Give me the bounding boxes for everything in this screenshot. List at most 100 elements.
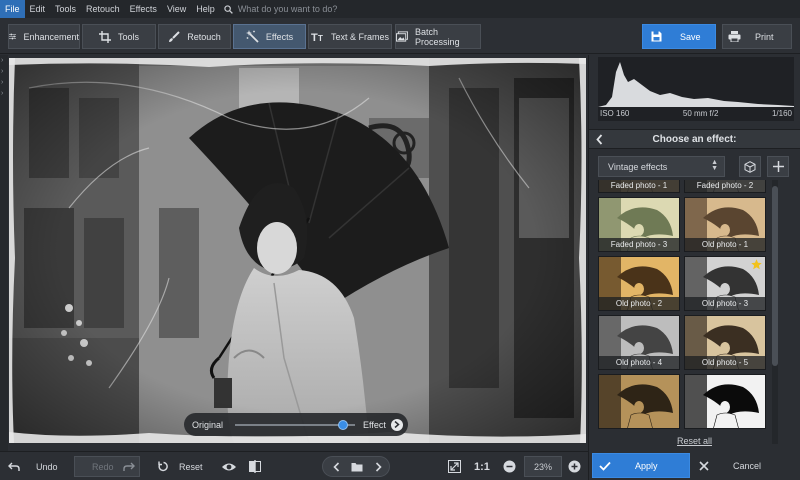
- exif-info: ISO 160 50 mm f/2 1/160: [598, 109, 794, 118]
- reset-button[interactable]: Reset: [158, 456, 203, 477]
- save-icon: [651, 31, 662, 42]
- menu-tools[interactable]: Tools: [50, 0, 81, 18]
- next-arrow-button[interactable]: [390, 418, 403, 431]
- side-panel-collapse[interactable]: › › › ›: [0, 55, 8, 451]
- save-label: Save: [680, 31, 701, 42]
- save-button[interactable]: Save: [642, 24, 716, 49]
- plus-circle-icon: [568, 460, 581, 473]
- expand-arrow-icon: ›: [1, 68, 4, 75]
- effect-thumbnail-label: Old photo - 4: [599, 356, 679, 369]
- text-icon: TT: [311, 32, 323, 42]
- redo-icon: [123, 462, 135, 471]
- expand-arrow-icon: ›: [1, 90, 4, 97]
- effect-thumbnail[interactable]: Faded photo - 3: [598, 197, 680, 252]
- effect-thumbnail[interactable]: [684, 374, 766, 429]
- menu-file[interactable]: File: [0, 0, 25, 18]
- compare-slider-handle[interactable]: [338, 419, 349, 430]
- tab-batch-processing-label: Batch Processing: [415, 26, 460, 47]
- zoom-level-display[interactable]: 23%: [524, 456, 562, 477]
- effect-category-value: Vintage effects: [608, 161, 668, 172]
- fit-screen-icon: [448, 460, 461, 473]
- scrollbar-thumb[interactable]: [772, 186, 778, 366]
- expand-arrow-icon: ›: [1, 57, 4, 64]
- tab-retouch[interactable]: Retouch: [158, 24, 231, 49]
- sliders-icon: [9, 33, 17, 40]
- checkmark-icon: [599, 461, 611, 471]
- zoom-in-button[interactable]: [568, 456, 581, 477]
- effect-preview-image: [685, 375, 765, 428]
- brush-icon: [169, 30, 180, 42]
- effect-preview-image: [599, 375, 679, 428]
- effect-thumbnail-label: Faded photo - 1: [599, 180, 679, 192]
- tab-batch-processing[interactable]: Batch Processing: [395, 24, 481, 49]
- effects-side-panel: ISO 160 50 mm f/2 1/160 Choose an effect…: [588, 55, 800, 480]
- menu-effects[interactable]: Effects: [125, 0, 162, 18]
- menu-view[interactable]: View: [162, 0, 191, 18]
- tab-tools[interactable]: Tools: [82, 24, 156, 49]
- cube-icon: [744, 160, 756, 173]
- iso-value: ISO 160: [600, 109, 630, 118]
- close-icon: [699, 460, 709, 471]
- effect-thumbnail-label: Old photo - 2: [599, 297, 679, 310]
- photo-canvas[interactable]: [9, 58, 586, 443]
- tab-text-frames[interactable]: TT Text & Frames: [308, 24, 392, 49]
- effect-thumbnail[interactable]: Old photo - 5: [684, 315, 766, 370]
- eye-icon: [222, 463, 236, 470]
- menu-bar: File Edit Tools Retouch Effects View Hel…: [0, 0, 800, 18]
- image-navigator: [322, 456, 390, 477]
- menu-edit[interactable]: Edit: [25, 0, 51, 18]
- actual-size-button[interactable]: 1:1: [474, 456, 490, 477]
- lens-value: 50 mm f/2: [682, 109, 719, 118]
- tab-enhancement-label: Enhancement: [23, 31, 79, 42]
- effect-thumbnail[interactable]: Old photo - 2: [598, 256, 680, 311]
- effect-thumbnail[interactable]: Faded photo - 1: [598, 180, 680, 193]
- tab-text-frames-label: Text & Frames: [330, 31, 389, 42]
- effect-cube-button[interactable]: [739, 156, 761, 177]
- chevron-right-icon: [394, 421, 400, 428]
- fit-to-screen-button[interactable]: [448, 456, 461, 477]
- histogram-graph: [598, 62, 794, 107]
- effect-thumbnail[interactable]: Old photo - 3: [684, 256, 766, 311]
- undo-label: Undo: [36, 461, 58, 472]
- effect-thumbnail-label: Old photo - 3: [685, 297, 765, 310]
- tab-retouch-label: Retouch: [187, 31, 221, 42]
- tab-effects-label: Effects: [265, 31, 294, 42]
- print-label: Print: [755, 31, 774, 42]
- apply-button[interactable]: Apply: [592, 453, 690, 478]
- thumbnail-scrollbar[interactable]: [772, 180, 778, 444]
- tab-effects[interactable]: Effects: [233, 24, 306, 49]
- effect-thumbnail[interactable]: [598, 374, 680, 429]
- updown-caret-icon: ▲ ▼: [711, 159, 718, 172]
- effect-thumbnail[interactable]: Old photo - 1: [684, 197, 766, 252]
- reset-all-link[interactable]: Reset all: [589, 436, 800, 446]
- add-effect-button[interactable]: [767, 156, 789, 177]
- effects-header: Choose an effect:: [589, 129, 800, 149]
- effect-thumbnail[interactable]: Old photo - 4: [598, 315, 680, 370]
- effect-thumbnail[interactable]: Faded photo - 2: [684, 180, 766, 193]
- redo-button[interactable]: Redo: [74, 456, 140, 477]
- main-toolbar: Enhancement Tools Retouch Effects TT Tex…: [0, 18, 800, 54]
- cancel-button[interactable]: Cancel: [693, 453, 797, 478]
- redo-label: Redo: [92, 462, 114, 472]
- preview-toggle-button[interactable]: [221, 456, 237, 477]
- compare-slider-track[interactable]: [235, 419, 356, 430]
- menu-help[interactable]: Help: [191, 0, 220, 18]
- menu-retouch[interactable]: Retouch: [81, 0, 125, 18]
- zoom-out-button[interactable]: [503, 456, 516, 477]
- effect-thumbnail-label: Faded photo - 2: [685, 180, 765, 192]
- tab-enhancement[interactable]: Enhancement: [8, 24, 80, 49]
- back-button[interactable]: [589, 133, 609, 145]
- previous-image-icon[interactable]: [333, 462, 340, 472]
- folder-icon[interactable]: [351, 462, 363, 472]
- reset-icon: [158, 461, 168, 472]
- favorite-star-icon[interactable]: [751, 259, 762, 273]
- undo-button[interactable]: Undo: [8, 456, 58, 477]
- print-button[interactable]: Print: [722, 24, 792, 49]
- search-box[interactable]: What do you want to do?: [224, 4, 337, 14]
- plus-icon: [772, 161, 784, 172]
- compare-view-button[interactable]: [249, 456, 261, 477]
- images-icon: [396, 31, 409, 42]
- minus-circle-icon: [503, 460, 516, 473]
- effect-category-select[interactable]: Vintage effects ▲ ▼: [598, 156, 725, 177]
- next-image-icon[interactable]: [375, 462, 382, 472]
